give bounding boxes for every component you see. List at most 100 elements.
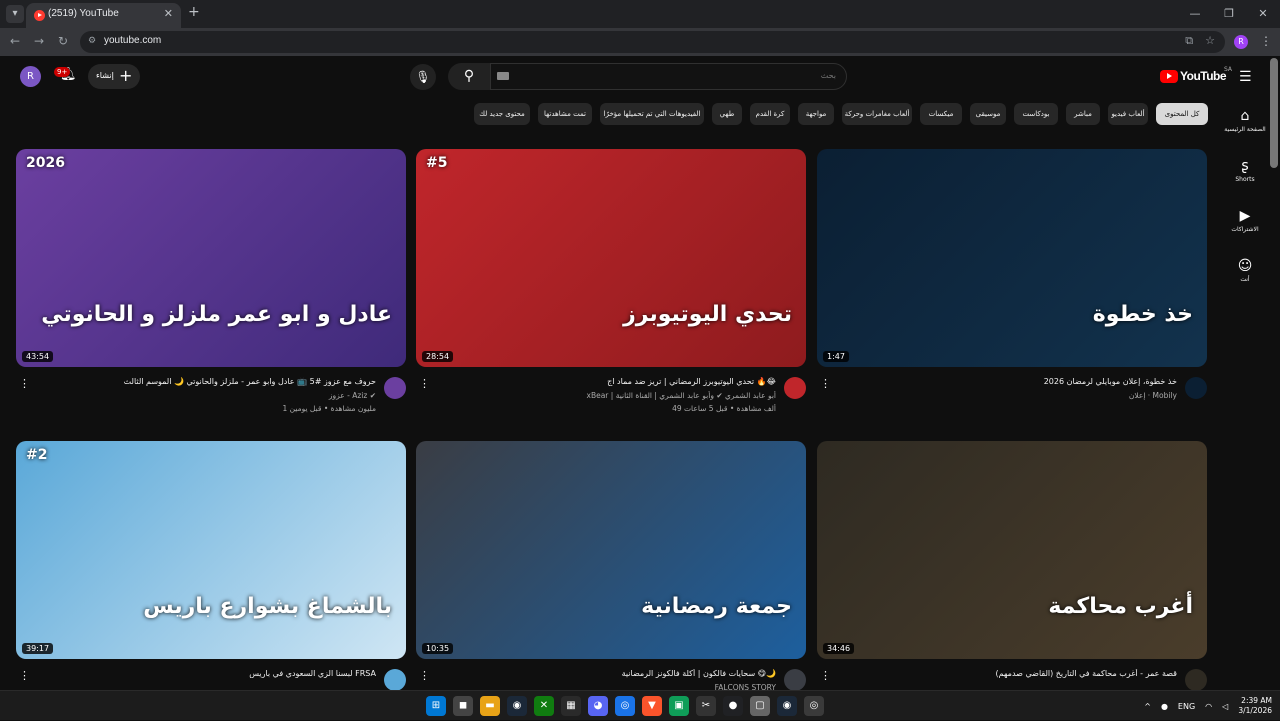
keyboard-icon[interactable] [497, 72, 509, 80]
video-title[interactable]: لبسنا الزي السعودي في باريس FRSA [36, 669, 376, 678]
install-app-icon[interactable]: ⧉ [1185, 34, 1193, 48]
guide-item-2[interactable]: ▶ الاشتراكات [1216, 208, 1274, 233]
chip-3[interactable]: بودكاست [1014, 103, 1058, 125]
chip-8[interactable]: كرة القدم [750, 103, 790, 125]
guide-item-1[interactable]: ʂ Shorts [1216, 158, 1274, 183]
video-thumbnail[interactable]: عادل و ابو عمر ملزلز و الحانوتي 2026 43:54 [16, 149, 406, 367]
chrome-active-icon[interactable]: ◎ [804, 696, 824, 716]
chip-9[interactable]: طهي [712, 103, 742, 125]
channel-name[interactable]: عزوز - Aziz ✔ [36, 391, 376, 400]
chip-0[interactable]: كل المحتوى [1156, 103, 1208, 125]
chip-10[interactable]: الفيديوهات التي تم تحميلها مؤخرًا [600, 103, 704, 125]
chip-12[interactable]: محتوى جديد لك [474, 103, 530, 125]
reload-icon[interactable]: ↻ [58, 34, 68, 48]
more-actions-icon[interactable]: ⋮ [19, 669, 30, 682]
back-icon[interactable]: ← [10, 34, 20, 48]
steam-icon[interactable]: ◉ [507, 696, 527, 716]
search-box[interactable] [490, 63, 847, 90]
channel-avatar[interactable] [784, 669, 806, 691]
new-tab-button[interactable]: + [188, 4, 200, 20]
start-windows-icon[interactable]: ⊞ [426, 696, 446, 716]
more-actions-icon[interactable]: ⋮ [820, 377, 831, 390]
language-indicator[interactable]: ENG [1178, 702, 1195, 711]
chip-2[interactable]: مباشر [1066, 103, 1100, 125]
file-explorer-icon[interactable]: ▬ [480, 696, 500, 716]
xbox-icon[interactable]: ✕ [534, 696, 554, 716]
site-info-icon[interactable]: ⚙ [88, 36, 100, 48]
github-icon[interactable]: ● [723, 696, 743, 716]
channel-avatar[interactable] [784, 377, 806, 399]
more-actions-icon[interactable]: ⋮ [19, 377, 30, 390]
channel-avatar[interactable] [1185, 377, 1207, 399]
video-title[interactable]: تحدي اليوتيوبرز الرمضاني | تريز ضد مماد … [436, 377, 776, 386]
video-title[interactable]: قصة عمر - أغرب محاكمة في التاريخ (القاضي… [837, 669, 1177, 678]
chip-4[interactable]: موسيقى [970, 103, 1006, 125]
video-thumbnail[interactable]: خذ خطوة 1:47 [817, 149, 1207, 367]
chip-6[interactable]: ألعاب مغامرات وحركة [842, 103, 912, 125]
tray-app-icon[interactable]: ● [1161, 702, 1168, 711]
discord-icon[interactable]: ◕ [588, 696, 608, 716]
forward-icon[interactable]: → [34, 34, 44, 48]
plus-icon: + [119, 66, 133, 85]
search-button[interactable]: ⚲ [448, 63, 490, 90]
subscriptions-icon: ▶ [1239, 208, 1251, 224]
chip-7[interactable]: مواجهة [798, 103, 834, 125]
browser-menu-icon[interactable]: ⋮ [1260, 34, 1272, 48]
clock[interactable]: 2:39 AM 3/1/2026 [1238, 696, 1272, 716]
guide-label: الصفحة الرئيسية [1224, 126, 1266, 133]
home-icon: ⌂ [1240, 108, 1250, 124]
more-actions-icon[interactable]: ⋮ [419, 669, 430, 682]
channel-avatar[interactable] [1185, 669, 1207, 691]
tray-chevron-icon[interactable]: ^ [1144, 702, 1151, 711]
search-taskbar-icon[interactable]: ◼ [453, 696, 473, 716]
app-grey-icon[interactable]: ▢ [750, 696, 770, 716]
create-button[interactable]: إنشاء + [88, 64, 140, 89]
chip-11[interactable]: تمت مشاهدتها [538, 103, 592, 125]
app-green-icon[interactable]: ▣ [669, 696, 689, 716]
url-text[interactable]: youtube.com [104, 35, 161, 46]
close-tab-icon[interactable]: ✕ [164, 7, 173, 20]
filter-chips-bar: كل المحتوى ألعاب فيديو مباشر بودكاست موسيقى م… [443, 103, 1208, 125]
video-thumbnail[interactable]: جمعة رمضانية 10:35 [416, 441, 806, 659]
video-title[interactable]: حروف مع عزوز #5 📺 عادل وابو عمر - ملزلز … [36, 377, 376, 386]
channel-avatar[interactable] [384, 377, 406, 399]
channel-name[interactable]: xBear | أبو عابد الشمري ✔ وأبو عابد الشم… [436, 391, 776, 400]
brave-icon[interactable]: ▼ [642, 696, 662, 716]
voice-search-mic-icon[interactable]: 🎙︎ [410, 64, 436, 90]
guide-item-3[interactable]: ☺ أنت [1216, 258, 1274, 283]
region-code: SA [1224, 66, 1233, 73]
bookmark-star-icon[interactable]: ☆ [1205, 34, 1215, 48]
minimize-icon[interactable]: — [1178, 0, 1212, 28]
video-title[interactable]: خذ خطوة، إعلان موبايلي لرمضان 2026 [837, 377, 1177, 386]
address-bar[interactable]: ⚙ youtube.com ⧉ ☆ [80, 31, 1225, 53]
chrome-icon[interactable]: ◎ [615, 696, 635, 716]
capcut-icon[interactable]: ✂ [696, 696, 716, 716]
video-title[interactable]: سحايات فالكون | أكلة فالكونز الرمضانية 😋… [436, 669, 776, 678]
channel-name[interactable]: إعلان · Mobily [837, 391, 1177, 400]
maximize-icon[interactable]: ❐ [1212, 0, 1246, 28]
search-input[interactable] [536, 71, 836, 80]
volume-icon[interactable]: ◁ [1222, 702, 1228, 711]
app-icon[interactable]: ▦ [561, 696, 581, 716]
guide-item-0[interactable]: ⌂ الصفحة الرئيسية [1216, 108, 1274, 133]
video-thumbnail[interactable]: بالشماغ بشوارع باريس #2 39:17 [16, 441, 406, 659]
clock-time: 2:39 AM [1241, 696, 1272, 705]
video-thumbnail[interactable]: تحدي اليوتيوبرز #5 28:54 [416, 149, 806, 367]
channel-avatar[interactable] [384, 669, 406, 691]
account-avatar[interactable]: R [20, 66, 41, 87]
more-actions-icon[interactable]: ⋮ [820, 669, 831, 682]
chip-1[interactable]: ألعاب فيديو [1108, 103, 1148, 125]
video-thumbnail[interactable]: أغرب محاكمة 34:46 [817, 441, 1207, 659]
wifi-icon[interactable]: ◠ [1205, 702, 1212, 711]
close-window-icon[interactable]: ✕ [1246, 0, 1280, 28]
search-icon: ⚲ [463, 68, 475, 84]
page-scrollbar[interactable] [1270, 58, 1278, 168]
more-actions-icon[interactable]: ⋮ [419, 377, 430, 390]
browser-tab-youtube[interactable]: (2519) YouTube ✕ [26, 3, 181, 28]
steam-2-icon[interactable]: ◉ [777, 696, 797, 716]
chip-5[interactable]: ميكسات [920, 103, 962, 125]
tab-search-button[interactable]: ▾ [6, 5, 24, 23]
browser-profile-avatar[interactable]: R [1234, 35, 1248, 49]
guide-menu-icon[interactable]: ☰ [1239, 69, 1252, 85]
youtube-logo[interactable]: YouTube [1160, 69, 1227, 83]
